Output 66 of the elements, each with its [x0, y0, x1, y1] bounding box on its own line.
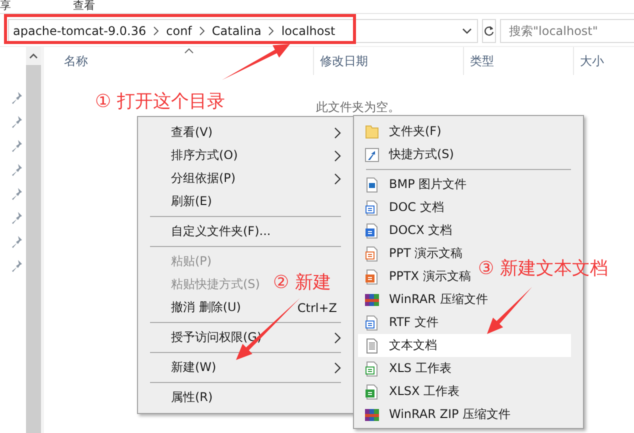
refresh-button[interactable] [482, 19, 496, 43]
column-header[interactable]: 类型 [464, 47, 574, 75]
menu-item[interactable]: 刷新(E) [171, 190, 212, 213]
archive-books-icon [364, 292, 380, 308]
pin-icon[interactable] [11, 187, 23, 201]
pin-icon[interactable] [11, 115, 23, 129]
address-bar[interactable]: apache-tomcat-9.0.36 conf Catalina localhost [8, 19, 478, 43]
menu-item[interactable]: 属性(R) [171, 386, 213, 409]
ribbon-tab[interactable]: 查看 [73, 0, 95, 13]
pin-icon[interactable] [11, 163, 23, 177]
breadcrumb-chevron-icon [267, 26, 276, 36]
submenu-item[interactable]: XLSX 工作表 [364, 380, 460, 403]
menu-item[interactable]: 新建(W) [171, 356, 216, 379]
breadcrumb-chevron-icon [152, 26, 160, 36]
menu-item[interactable]: 自定义文件夹(F)... [171, 220, 271, 243]
shortcut-text: Ctrl+Z [297, 300, 337, 314]
pin-icon[interactable] [11, 139, 23, 153]
menu-item[interactable]: 排序方式(O) [171, 144, 238, 167]
scroll-up-button[interactable] [26, 47, 41, 65]
pin-icon[interactable] [11, 91, 23, 105]
menu-item[interactable]: 撤消 删除(U) [171, 296, 241, 319]
column-header[interactable]: 大小 [574, 47, 634, 75]
submenu-item[interactable]: 快捷方式(S) [364, 143, 454, 166]
search-field[interactable]: 搜索"localhost" [500, 19, 634, 43]
annotation-text: ③ 新建文本文档 [478, 258, 608, 280]
document-file-icon [364, 384, 380, 400]
annotation-text: ② 新建 [273, 272, 331, 294]
text-file-icon [364, 338, 380, 354]
folder-icon [364, 124, 380, 140]
empty-folder-message: 此文件夹为空。 [316, 99, 401, 116]
submenu-item[interactable]: WinRAR 压缩文件 [364, 288, 488, 311]
annotation-text: ① 打开这个目录 [95, 91, 225, 113]
pin-icon[interactable] [11, 235, 23, 249]
breadcrumb-item[interactable]: localhost [281, 24, 336, 38]
submenu-item[interactable]: 文件夹(F) [364, 120, 442, 143]
document-file-icon [364, 268, 380, 284]
pin-icon[interactable] [11, 211, 23, 225]
submenu-item[interactable]: XLS 工作表 [364, 357, 452, 380]
document-file-icon [364, 246, 380, 262]
sort-caret-icon [184, 47, 194, 54]
refresh-icon [483, 25, 495, 37]
document-file-icon [364, 360, 380, 376]
submenu-item[interactable]: DOCX 文档 [364, 219, 452, 242]
submenu-item[interactable]: WinRAR ZIP 压缩文件 [364, 403, 511, 426]
breadcrumb-chevron-icon [198, 26, 206, 36]
breadcrumb-item[interactable]: Catalina [212, 24, 262, 38]
submenu-item[interactable]: BMP 图片文件 [364, 173, 467, 196]
submenu-item[interactable]: RTF 文件 [364, 311, 439, 334]
document-file-icon [364, 222, 380, 238]
caret-up-icon [29, 53, 38, 59]
breadcrumb-item[interactable]: apache-tomcat-9.0.36 [13, 24, 146, 38]
column-header[interactable]: 修改日期 [314, 47, 464, 75]
document-file-icon [364, 200, 380, 216]
image-file-icon [364, 176, 380, 192]
submenu-item[interactable]: PPT 演示文稿 [364, 242, 463, 265]
submenu-item[interactable]: 文本文档 [358, 334, 571, 357]
document-file-icon [364, 314, 380, 330]
scrollbar[interactable] [26, 47, 44, 433]
submenu-item[interactable]: DOC 文档 [364, 196, 444, 219]
breadcrumb-item[interactable]: conf [166, 24, 192, 38]
ribbon-tab[interactable]: 享 [0, 0, 11, 13]
archive-books-icon [364, 406, 380, 422]
submenu-item[interactable]: PPTX 演示文稿 [364, 265, 471, 288]
menu-item[interactable]: 分组依据(P) [171, 167, 236, 190]
menu-item[interactable]: 查看(V) [171, 121, 213, 144]
pin-icon[interactable] [11, 259, 23, 273]
